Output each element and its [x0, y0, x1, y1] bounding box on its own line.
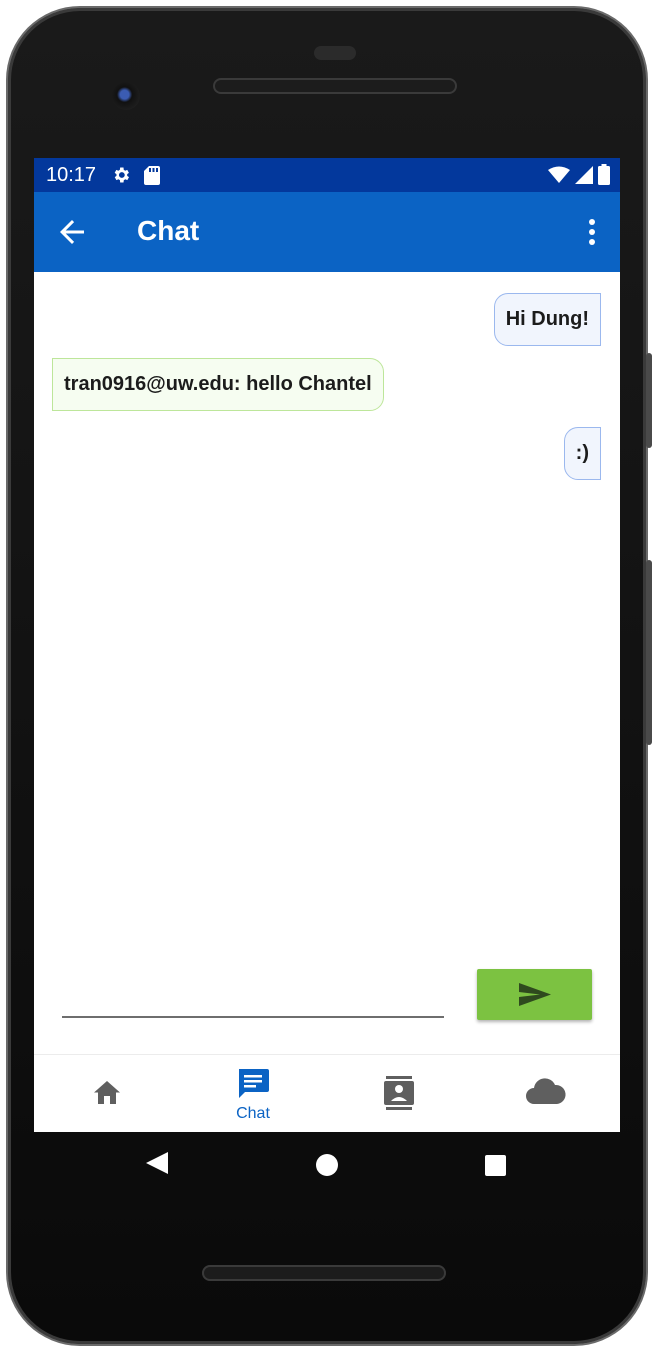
message-input[interactable]	[62, 964, 444, 1018]
send-button[interactable]	[477, 969, 592, 1020]
system-navigation-bar	[8, 1140, 646, 1210]
message-text: Hi Dung!	[505, 308, 589, 330]
nav-chat[interactable]: Chat	[180, 1055, 326, 1132]
back-triangle-icon[interactable]	[146, 1152, 168, 1174]
status-bar: 10:17	[34, 158, 620, 192]
wifi-icon	[548, 166, 570, 183]
settings-icon	[114, 167, 129, 183]
bottom-speaker-grille	[202, 1265, 446, 1281]
home-icon	[94, 1081, 120, 1104]
contacts-icon	[384, 1076, 414, 1110]
sent-message-bubble: Hi Dung!	[493, 293, 601, 346]
send-icon	[519, 983, 551, 1006]
back-arrow-icon[interactable]	[54, 214, 90, 250]
nav-weather[interactable]	[472, 1055, 618, 1132]
screen: 10:17 Chat Hi Dung! tran0916@uw.edu: hel…	[34, 158, 620, 1132]
message-text: :)	[575, 442, 589, 464]
nav-home[interactable]	[34, 1055, 180, 1132]
front-camera	[112, 82, 140, 110]
cellular-signal-icon	[575, 165, 593, 184]
recents-square-icon[interactable]	[485, 1155, 506, 1176]
home-circle-icon[interactable]	[316, 1154, 338, 1176]
more-options-icon[interactable]	[580, 214, 604, 250]
nav-contacts[interactable]	[326, 1055, 472, 1132]
sent-message-bubble: :)	[563, 427, 601, 480]
top-earpiece	[314, 46, 356, 60]
nav-chat-label: Chat	[236, 1105, 270, 1122]
bottom-navigation: Chat	[34, 1054, 620, 1132]
message-text: tran0916@uw.edu: hello Chantel	[64, 373, 372, 395]
cloud-icon	[526, 1078, 566, 1104]
power-button	[646, 353, 652, 448]
phone-frame: 10:17 Chat Hi Dung! tran0916@uw.edu: hel…	[8, 8, 652, 1344]
received-message-bubble: tran0916@uw.edu: hello Chantel	[52, 358, 384, 411]
sd-card-icon	[144, 166, 160, 185]
message-list: Hi Dung! tran0916@uw.edu: hello Chantel …	[34, 272, 620, 952]
status-time: 10:17	[46, 164, 97, 186]
app-bar: Chat	[34, 192, 620, 272]
page-title: Chat	[137, 215, 200, 246]
compose-area	[34, 958, 620, 1054]
volume-button	[646, 560, 652, 745]
chat-icon	[239, 1069, 269, 1098]
top-speaker-grille	[213, 78, 457, 94]
battery-icon	[598, 164, 610, 185]
